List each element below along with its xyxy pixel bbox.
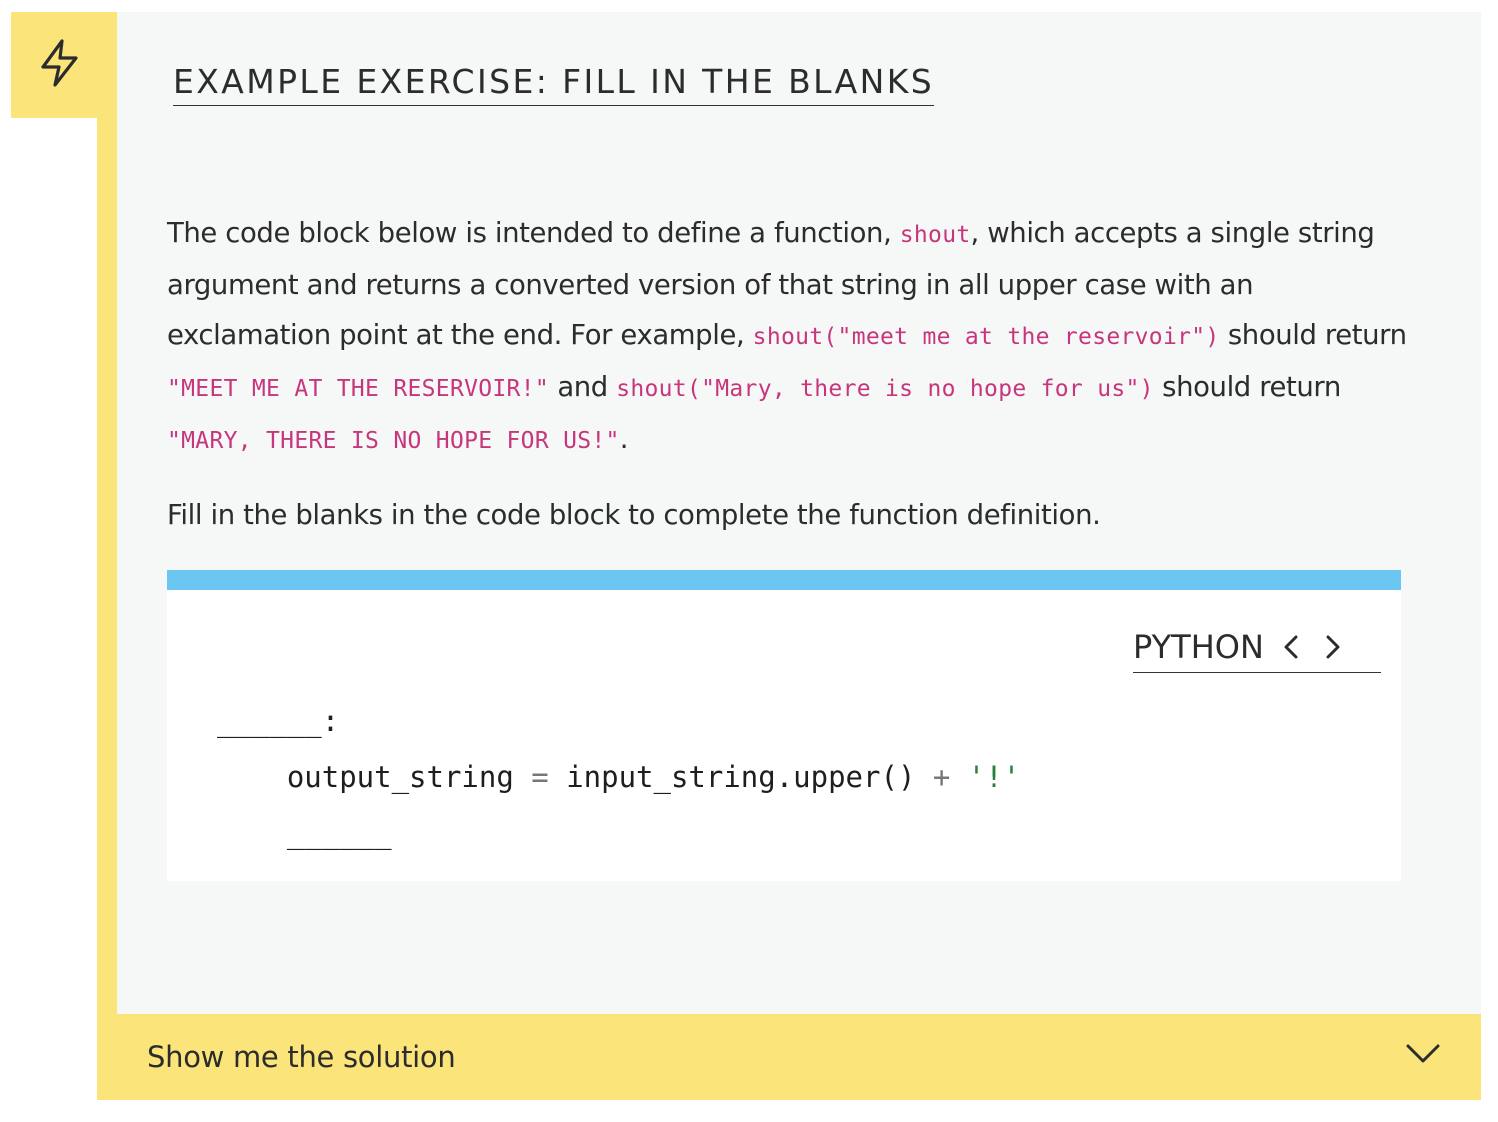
inline-code: "MARY, THERE IS NO HOPE FOR US!" [167,428,620,454]
code-line-1: ______: [217,704,340,738]
language-switcher: PYTHON [1133,622,1381,673]
previous-language-button[interactable] [1276,627,1306,667]
code-operator: = [531,760,549,794]
exercise-icon-box [11,12,117,118]
lightning-bolt-icon [41,39,78,87]
chevron-left-icon [1284,635,1298,659]
inline-code: shout("Mary, there is no hope for us") [616,376,1154,402]
code-block-header-bar [167,570,1401,590]
exercise-description: The code block below is intended to defi… [167,208,1407,466]
chevron-down-icon [1406,1044,1440,1063]
inline-code: "MEET ME AT THE RESERVOIR!" [167,376,549,402]
description-text: should return [1153,371,1341,403]
description-text: and [548,371,617,403]
code-token: input_string.upper() [548,760,933,794]
description-text: The code block below is intended to defi… [167,217,900,249]
inline-code: shout [899,222,971,248]
show-solution-label: Show me the solution [147,1040,456,1074]
description-text: . [619,423,629,455]
exercise-card [97,12,1481,1100]
exercise-instruction: Fill in the blanks in the code block to … [167,499,1101,531]
show-solution-toggle[interactable]: Show me the solution [97,1014,1481,1100]
inline-code: shout("meet me at the reservoir") [752,324,1220,350]
language-label: PYTHON [1133,628,1264,666]
description-text: should return [1219,319,1407,351]
code-operator: + [932,760,951,794]
code-line-2: output_string = input_string.upper() + '… [217,760,1020,794]
code-content: ______: output_string = input_string.upp… [217,693,1020,861]
exercise-accent-bar [97,12,117,1100]
chevron-right-icon [1326,635,1340,659]
exercise-title: EXAMPLE EXERCISE: FILL IN THE BLANKS [173,62,935,106]
code-token: output_string [217,760,532,794]
code-string: '!' [967,760,1021,794]
code-line-3: ______ [217,816,392,850]
next-language-button[interactable] [1318,627,1348,667]
